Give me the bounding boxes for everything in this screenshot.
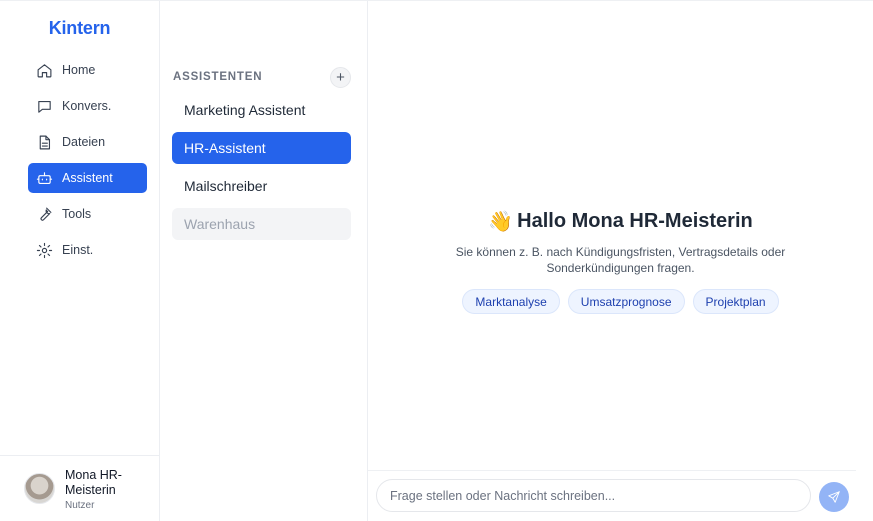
assistants-panel: ASSISTENTEN + Marketing Assistent HR-Ass… [160, 1, 368, 521]
welcome-title: 👋 Hallo Mona HR-Meisterin [488, 209, 752, 234]
sidebar-item-label: Konvers. [62, 99, 112, 113]
chat-icon [38, 100, 51, 113]
suggestion-chips: Marktanalyse Umsatzprognose Projektplan [368, 289, 873, 314]
send-icon [828, 491, 840, 503]
app-window: Kintern Home Konvers. Dateien Assistent … [0, 0, 873, 521]
sidebar-item-label: Assistent [62, 171, 113, 185]
assistant-item-warenhaus[interactable]: Warenhaus [172, 208, 351, 240]
send-button[interactable] [819, 482, 849, 512]
sidebar-item-label: Einst. [62, 243, 94, 257]
suggestion-chip-marktanalyse[interactable]: Marktanalyse [462, 289, 560, 314]
sidebar-item-label: Tools [62, 207, 92, 221]
user-role: Nutzer [65, 500, 95, 511]
file-icon [39, 135, 51, 149]
assistants-list: Marketing Assistent HR-Assistent Mailsch… [172, 94, 351, 240]
user-profile[interactable]: Mona HR-Meisterin Nutzer [0, 455, 159, 521]
welcome-subtitle-line: Sie können z. B. nach Kündigungsfristen,… [455, 245, 786, 259]
composer-divider [368, 470, 856, 471]
sidebar-item-tools[interactable]: Tools [28, 199, 147, 229]
sidebar-item-home[interactable]: Home [28, 55, 147, 85]
welcome-subtitle: Sie können z. B. nach Kündigungsfristen,… [368, 244, 873, 276]
suggestion-chip-projektplan[interactable]: Projektplan [692, 289, 779, 314]
nav-list: Home Konvers. Dateien Assistent Tools Ei… [0, 55, 159, 265]
message-input[interactable] [376, 479, 811, 512]
avatar [24, 473, 55, 504]
sidebar-item-label: Dateien [62, 135, 106, 149]
assistant-item-hr[interactable]: HR-Assistent [172, 132, 351, 164]
welcome-block: 👋 Hallo Mona HR-Meisterin Sie können z. … [368, 209, 873, 314]
sidebar-item-label: Home [62, 63, 96, 77]
assistant-item-marketing[interactable]: Marketing Assistent [172, 94, 351, 126]
assistants-header: ASSISTENTEN + [172, 57, 351, 97]
assistants-title: ASSISTENTEN [173, 71, 263, 83]
sidebar-item-assistant[interactable]: Assistent [28, 163, 147, 193]
home-icon [37, 63, 52, 77]
add-assistant-button[interactable]: + [330, 66, 351, 88]
sidebar-item-files[interactable]: Dateien [28, 127, 147, 157]
bot-icon [36, 171, 53, 184]
user-info: Mona HR-Meisterin Nutzer [65, 468, 135, 511]
welcome-title-text: Hallo Mona HR-Meisterin [517, 210, 753, 232]
suggestion-chip-umsatzprognose[interactable]: Umsatzprognose [567, 289, 685, 314]
sidebar-item-settings[interactable]: Einst. [28, 235, 147, 265]
sidebar-nav: Kintern Home Konvers. Dateien Assistent … [0, 1, 160, 521]
chat-main: 👋 Hallo Mona HR-Meisterin Sie können z. … [368, 1, 873, 521]
wrench-icon [40, 207, 52, 221]
sidebar-item-conversations[interactable]: Konvers. [28, 91, 147, 121]
user-name: Mona HR-Meisterin [65, 468, 122, 497]
brand-logo: Kintern [48, 17, 111, 38]
welcome-subtitle-line: Sonderkündigungen fragen. [546, 261, 695, 275]
wave-icon: 👋 [488, 211, 514, 233]
assistant-item-mailschreiber[interactable]: Mailschreiber [172, 170, 351, 202]
gear-icon [36, 242, 53, 258]
